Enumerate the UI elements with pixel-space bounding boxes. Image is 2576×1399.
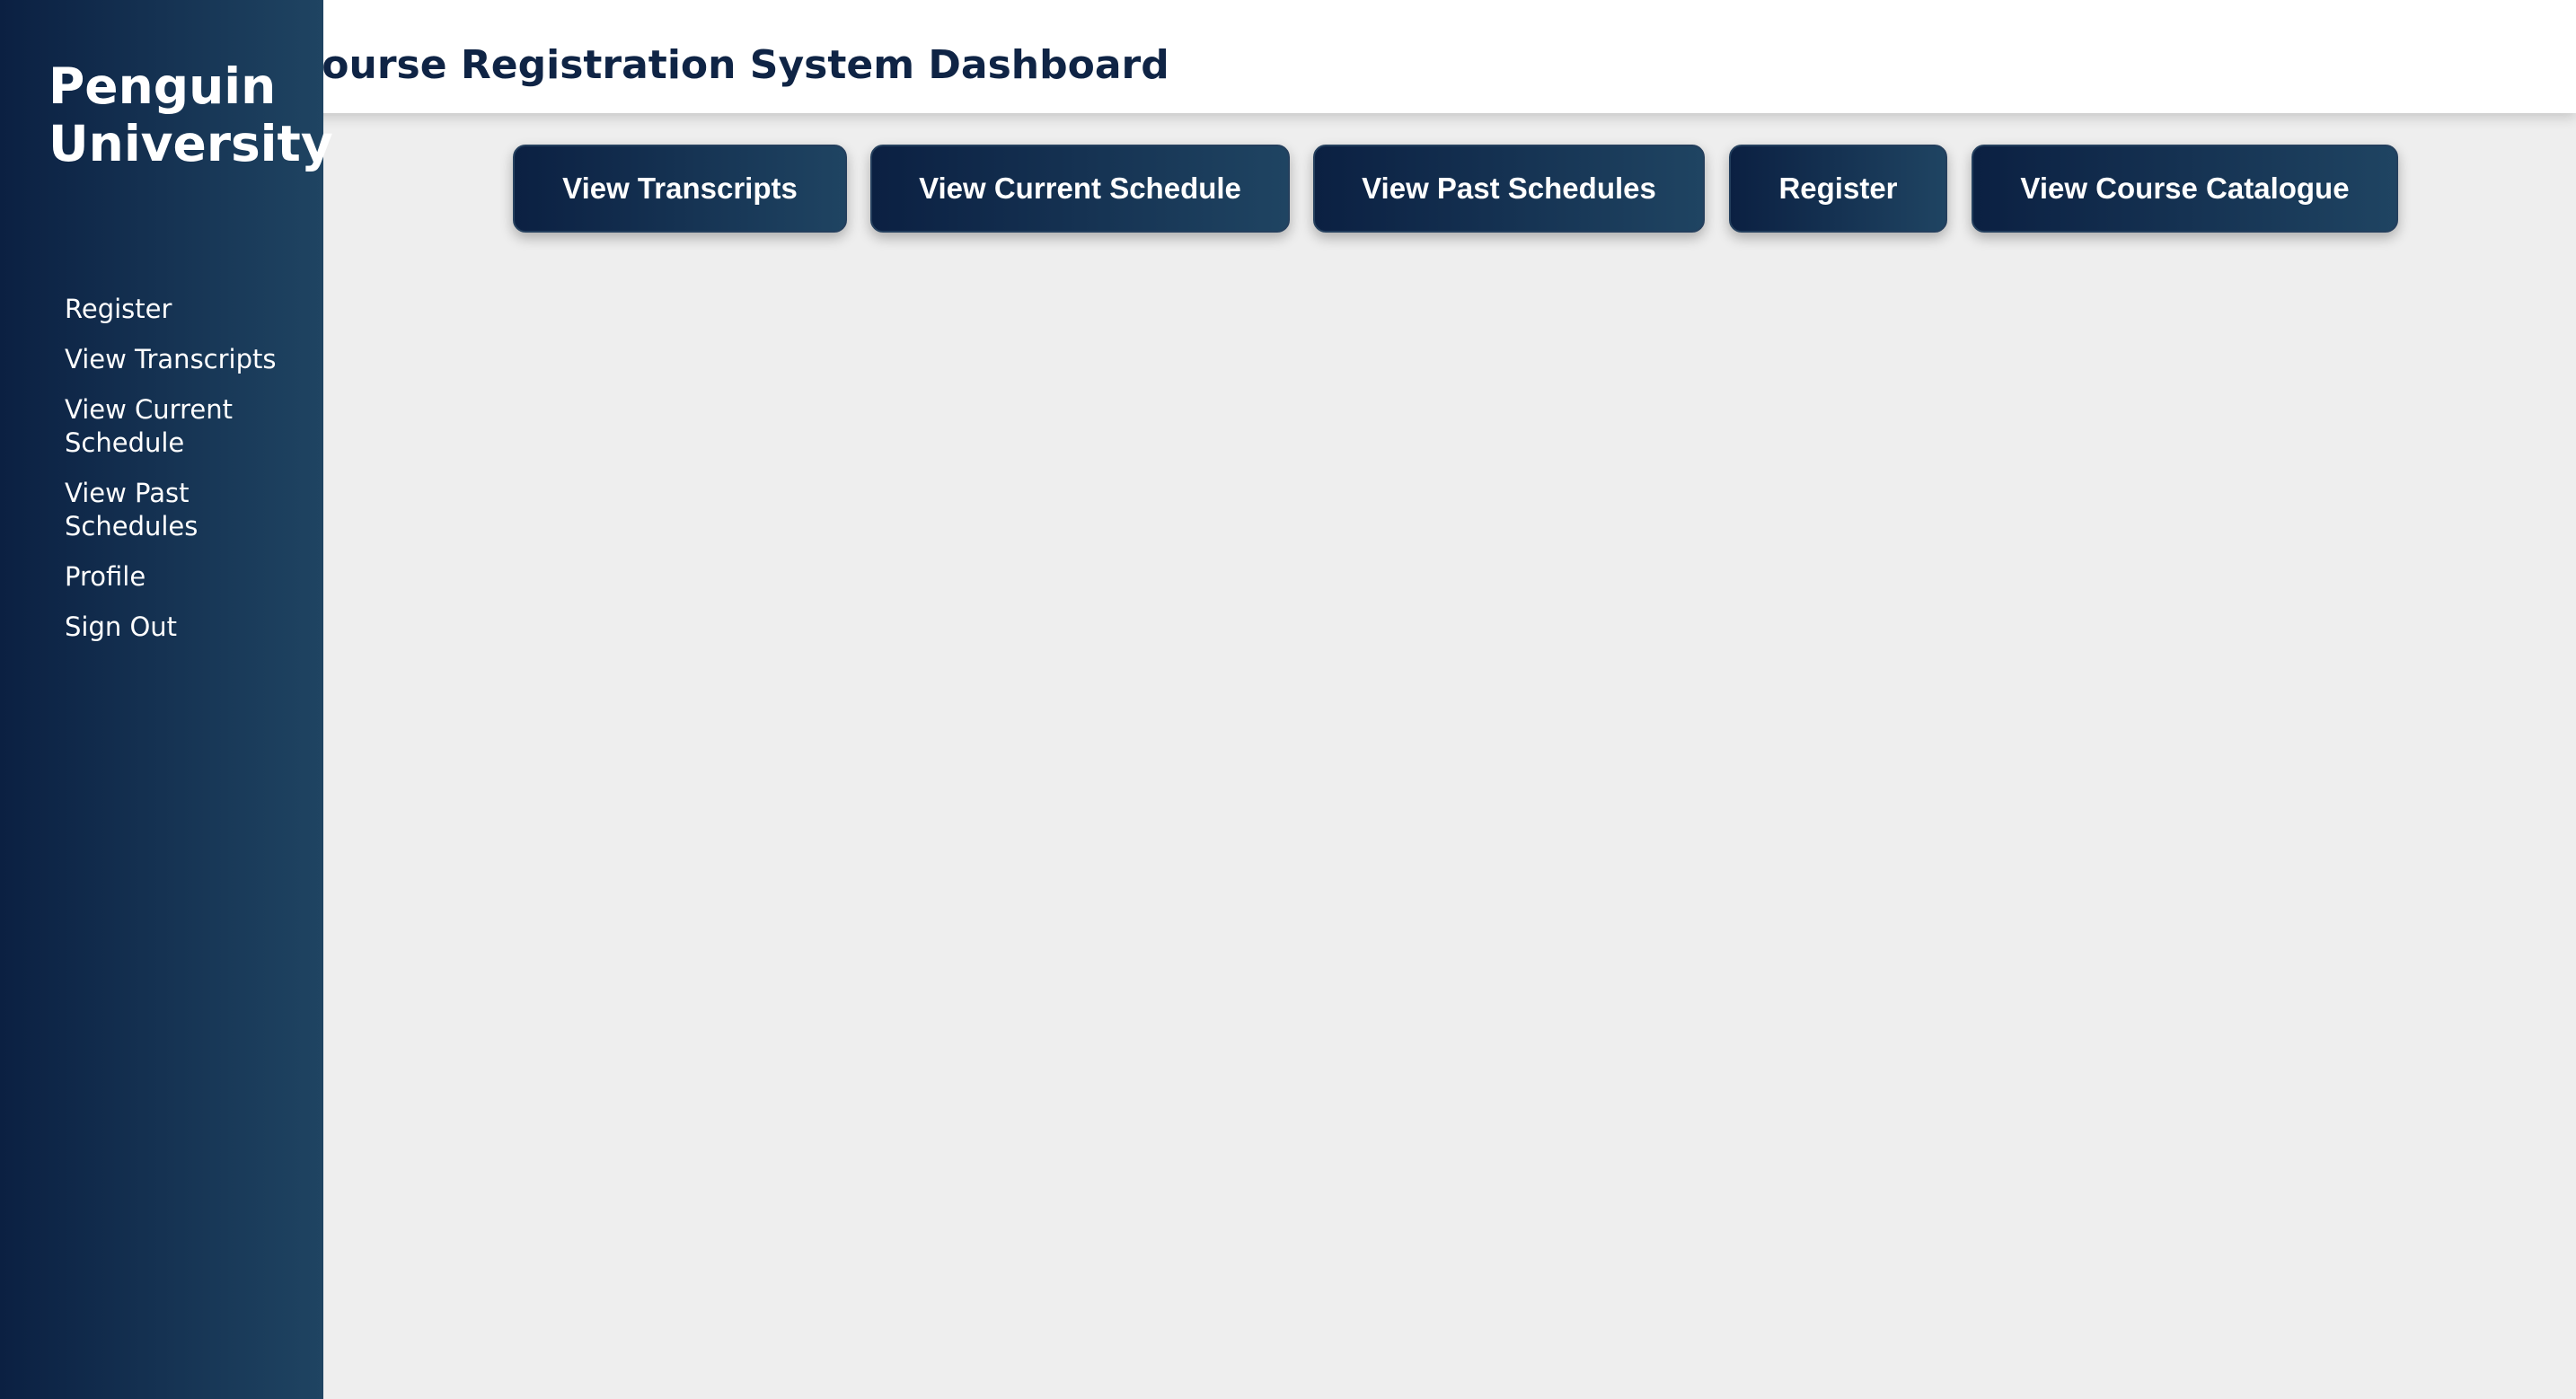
view-current-schedule-button[interactable]: View Current Schedule [870, 145, 1290, 233]
top-header: Course Registration System Dashboard [0, 0, 2576, 113]
sidebar-item-view-past-schedules[interactable]: View Past Schedules [65, 477, 307, 543]
sidebar: Penguin University Register View Transcr… [0, 0, 333, 1399]
view-transcripts-button[interactable]: View Transcripts [513, 145, 847, 233]
brand-name: Penguin University [49, 57, 333, 172]
view-past-schedules-button[interactable]: View Past Schedules [1313, 145, 1705, 233]
register-button[interactable]: Register [1729, 145, 1947, 233]
sidebar-item-sign-out[interactable]: Sign Out [65, 611, 307, 644]
action-toolbar: View Transcripts View Current Schedule V… [0, 145, 2576, 233]
sidebar-nav: Register View Transcripts View Current S… [65, 293, 307, 661]
sidebar-item-profile[interactable]: Profile [65, 560, 307, 594]
view-course-catalogue-button[interactable]: View Course Catalogue [1972, 145, 2398, 233]
page-title: Course Registration System Dashboard [293, 42, 1169, 88]
sidebar-item-register[interactable]: Register [65, 293, 307, 326]
sidebar-item-view-current-schedule[interactable]: View Current Schedule [65, 393, 307, 460]
sidebar-item-view-transcripts[interactable]: View Transcripts [65, 343, 307, 376]
